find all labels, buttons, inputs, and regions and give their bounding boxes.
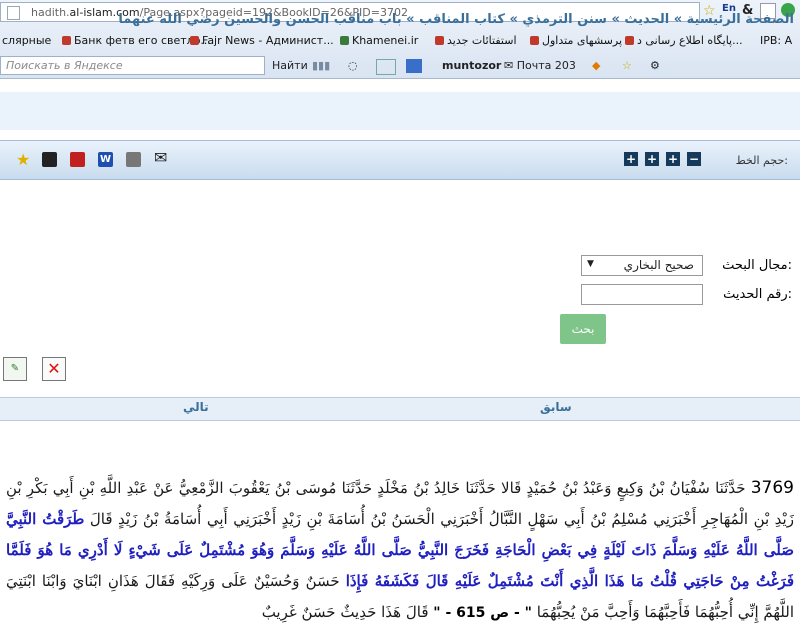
bookmarks-bar: слярные Банк фетв его светло... Fajr New… [0, 31, 800, 51]
pager-bar [0, 397, 800, 421]
email-icon[interactable]: ✉ [154, 148, 167, 167]
page-toolbar [0, 140, 800, 180]
bookmark-item[interactable]: Fajr News - Админист... [190, 34, 334, 47]
excel-export-icon[interactable]: ✎ [3, 357, 27, 381]
bookmark-icon [62, 36, 71, 45]
bookmark-toolbar-icon[interactable]: ◆ [592, 59, 600, 72]
search-button[interactable]: بحث [560, 314, 606, 344]
bookmark-icon [625, 36, 634, 45]
bookmark-icon [340, 36, 349, 45]
yandex-toolbar: Найти ▮▮▮ ◌ muntozor ✉ Почта 203 ◆ ☆ ⚙ [270, 57, 800, 75]
favorite-star-icon[interactable]: ★ [16, 150, 30, 169]
breadcrumb[interactable]: الصفحة الرئيسية » الحديث » سنن الترمذي »… [118, 12, 794, 27]
translate-icon[interactable] [406, 59, 422, 73]
gear-icon[interactable]: ⚙ [650, 59, 660, 72]
hadith-number: 3769 [750, 478, 794, 498]
word-icon[interactable]: W [98, 152, 113, 167]
page-reference[interactable]: " - ص 615 - " [433, 605, 532, 621]
hadith-isnad: حَدَّثَنَا سُفْيَانُ بْنُ وَكِيعٍ وَعَبْ… [6, 479, 794, 528]
next-link[interactable]: تالي [183, 400, 209, 414]
font-size-label: حجم الخط: [735, 154, 788, 167]
yandex-search-input[interactable]: Поискать в Яндексе [0, 56, 265, 75]
chevron-down-icon: ▼ [587, 259, 594, 269]
hadith-text: 3769 حَدَّثَنَا سُفْيَانُ بْنُ وَكِيعٍ و… [6, 473, 794, 629]
bookmark-icon [530, 36, 539, 45]
search-scope-select[interactable]: صحيح البخاري ▼ [581, 255, 703, 276]
mail-link[interactable]: ✉ Почта 203 [504, 59, 576, 72]
bookmark-item[interactable]: پرسشهای متداول [530, 34, 622, 47]
chat-icon[interactable]: ◌ [348, 59, 358, 72]
bookmark-item[interactable]: Khamenei.ir [340, 34, 418, 47]
hadith-grade: قَالَ هَذَا حَدِيثٌ حَسَنٌ غَرِيبٌ [261, 603, 429, 621]
bookmark-icon [435, 36, 444, 45]
font-increase-button[interactable]: + [666, 152, 680, 166]
save-icon[interactable] [42, 152, 57, 167]
font-increase-button[interactable]: + [645, 152, 659, 166]
search-placeholder: Поискать в Яндексе [6, 59, 123, 72]
bookmark-icon [190, 36, 199, 45]
breadcrumb-bar [0, 92, 800, 130]
select-value: صحيح البخاري [623, 258, 694, 272]
bookmark-item[interactable]: پایگاه اطلاع رسانی د... [625, 34, 743, 47]
signal-icon[interactable]: ▮▮▮ [312, 59, 330, 72]
hadith-number-label: رقم الحديث: [723, 287, 792, 302]
prev-link[interactable]: سابق [540, 400, 572, 414]
star-icon[interactable]: ☆ [622, 59, 632, 72]
spellcheck-icon[interactable] [376, 59, 396, 75]
bookmark-item[interactable]: Банк фетв его светло... [62, 34, 211, 47]
hadith-number-input[interactable] [581, 284, 703, 305]
print-icon[interactable] [126, 152, 141, 167]
find-button[interactable]: Найти [272, 59, 308, 72]
page-icon [7, 6, 20, 20]
bookmark-item[interactable]: استفتائات جدید [435, 34, 517, 47]
bookmark-item[interactable]: слярные [2, 34, 51, 47]
toolbar-user[interactable]: muntozor [442, 59, 501, 72]
font-decrease-button[interactable]: − [687, 152, 701, 166]
bookmark-item[interactable]: IPB: A [760, 34, 792, 47]
delete-icon[interactable]: ✕ [42, 357, 66, 381]
mail-icon: ✉ [504, 59, 517, 72]
font-increase-button[interactable]: + [624, 152, 638, 166]
pdf-icon[interactable] [70, 152, 85, 167]
search-scope-label: مجال البحث: [722, 258, 792, 273]
